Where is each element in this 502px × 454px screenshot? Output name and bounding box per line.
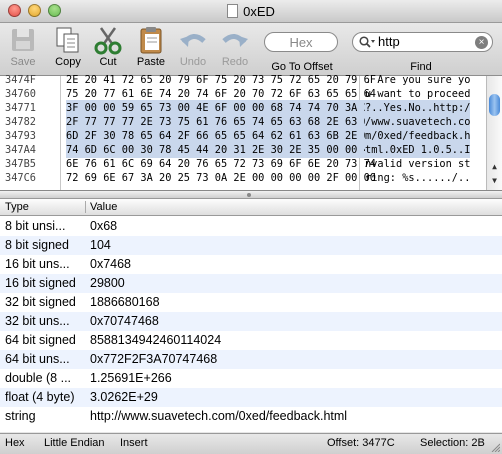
table-row[interactable]: string http://www.suavetech.com/0xed/feed… [0,407,502,426]
table-cell-value[interactable]: 8588134942460114024 [90,331,221,350]
table-cell-value[interactable]: 0x772F2F3A70747468 [90,350,217,369]
table-row[interactable]: 32 bit signed 1886680168 [0,293,502,312]
table-cell-value[interactable]: 3.0262E+29 [90,388,158,407]
undo-button[interactable]: Undo [176,25,210,68]
table-header: Type Value [0,199,502,216]
copy-icon [56,27,79,53]
hex-row-bytes[interactable]: 72 69 6E 67 3A 20 25 73 0A 2E 00 00 00 0… [66,170,376,186]
goto-offset-input[interactable]: Hex [264,32,338,52]
column-header-value[interactable]: Value [90,199,117,215]
table-cell-type: 16 bit uns... [5,257,70,271]
copy-button[interactable]: Copy [50,25,86,68]
clear-search-icon[interactable]: × [475,36,488,49]
status-selection: Selection: 2B [420,437,485,449]
copy-label: Copy [55,56,81,68]
scroll-up-arrow-icon[interactable]: ▲ [487,162,502,175]
vertical-scrollbar[interactable]: ▲ ▼ [486,76,502,190]
table-row[interactable]: 16 bit signed 29800 [0,274,502,293]
status-insert-mode[interactable]: Insert [120,434,148,453]
status-bar: Hex Little Endian Insert Offset: 3477C S… [0,433,502,454]
status-endian[interactable]: Little Endian [44,434,105,453]
table-row[interactable]: double (8 ... 1.25691E+266 [0,369,502,388]
cut-button[interactable]: Cut [91,25,125,68]
paste-label: Paste [136,56,166,68]
table-cell-type: 8 bit unsi... [5,219,66,233]
table-row[interactable]: 8 bit signed 104 [0,236,502,255]
title-bar[interactable]: 0xED [0,0,502,23]
app-window: 0xED Save Copy Cut Paste Undo Redo Hex G… [0,0,502,454]
save-button[interactable]: Save [5,25,41,68]
hex-row[interactable]: 347C6 72 69 6E 67 3A 20 25 73 0A 2E 00 00… [0,170,486,186]
search-icon [359,36,375,48]
table-cell-value[interactable]: http://www.suavetech.com/0xed/feedback.h… [90,407,347,426]
table-cell-value[interactable]: 0x70747468 [90,312,159,331]
find-input[interactable]: http × [352,32,493,52]
scissors-icon [94,27,122,55]
find-input-value: http [378,34,400,49]
table-cell-type: 64 bit uns... [5,352,70,366]
table-row[interactable]: 8 bit unsi... 0x68 [0,217,502,236]
status-offset: Offset: 3477C [327,437,395,449]
toolbar: Save Copy Cut Paste Undo Redo Hex Go To … [0,23,502,76]
table-cell-type: 32 bit uns... [5,314,70,328]
scroll-thumb[interactable] [489,94,500,116]
undo-arrow-icon [180,34,206,47]
redo-arrow-icon [222,34,248,47]
table-cell-value[interactable]: 29800 [90,274,125,293]
status-mode[interactable]: Hex [5,434,25,453]
split-view-divider[interactable] [0,191,502,199]
resize-grip-icon[interactable] [490,442,500,452]
table-row[interactable]: 32 bit uns... 0x70747468 [0,312,502,331]
hex-row-offset: 347C6 [5,172,36,184]
save-label: Save [10,56,36,68]
table-cell-type: float (4 byte) [5,390,75,404]
undo-label: Undo [179,56,207,68]
table-cell-value[interactable]: 104 [90,236,111,255]
hex-editor-view[interactable]: 3474F 2E 20 41 72 65 20 79 6F 75 20 73 75… [0,74,502,191]
table-cell-type: 64 bit signed [5,333,76,347]
column-separator [85,201,86,213]
table-cell-type: 32 bit signed [5,295,76,309]
table-cell-type: double (8 ... [5,371,72,385]
table-cell-value[interactable]: 0x7468 [90,255,131,274]
table-row[interactable]: float (4 byte) 3.0262E+29 [0,388,502,407]
splitter-grip-icon [247,193,251,197]
table-cell-value[interactable]: 0x68 [90,217,117,236]
table-row[interactable]: 64 bit uns... 0x772F2F3A70747468 [0,350,502,369]
column-header-type[interactable]: Type [5,199,29,215]
window-title-text: 0xED [243,4,275,19]
table-cell-value[interactable]: 1886680168 [90,293,160,312]
table-row[interactable]: 16 bit uns... 0x7468 [0,255,502,274]
window-title: 0xED [0,4,502,19]
cut-label: Cut [99,56,117,68]
table-cell-type: 8 bit signed [5,238,69,252]
goto-offset-placeholder: Hex [289,35,313,50]
paste-button[interactable]: Paste [132,25,170,68]
redo-label: Redo [221,56,249,68]
hex-row-ascii[interactable]: ring: %s....../.. [365,170,470,186]
data-inspector-table: Type Value 8 bit unsi... 0x68 8 bit signed… [0,199,502,432]
scroll-down-arrow-icon[interactable]: ▼ [487,176,502,189]
table-cell-type: string [5,409,36,423]
document-icon [227,4,239,18]
clipboard-icon [140,27,162,54]
table-cell-type: 16 bit signed [5,276,76,290]
table-row[interactable]: 64 bit signed 8588134942460114024 [0,331,502,350]
save-icon [12,29,34,51]
table-cell-value[interactable]: 1.25691E+266 [90,369,172,388]
redo-button[interactable]: Redo [218,25,252,68]
